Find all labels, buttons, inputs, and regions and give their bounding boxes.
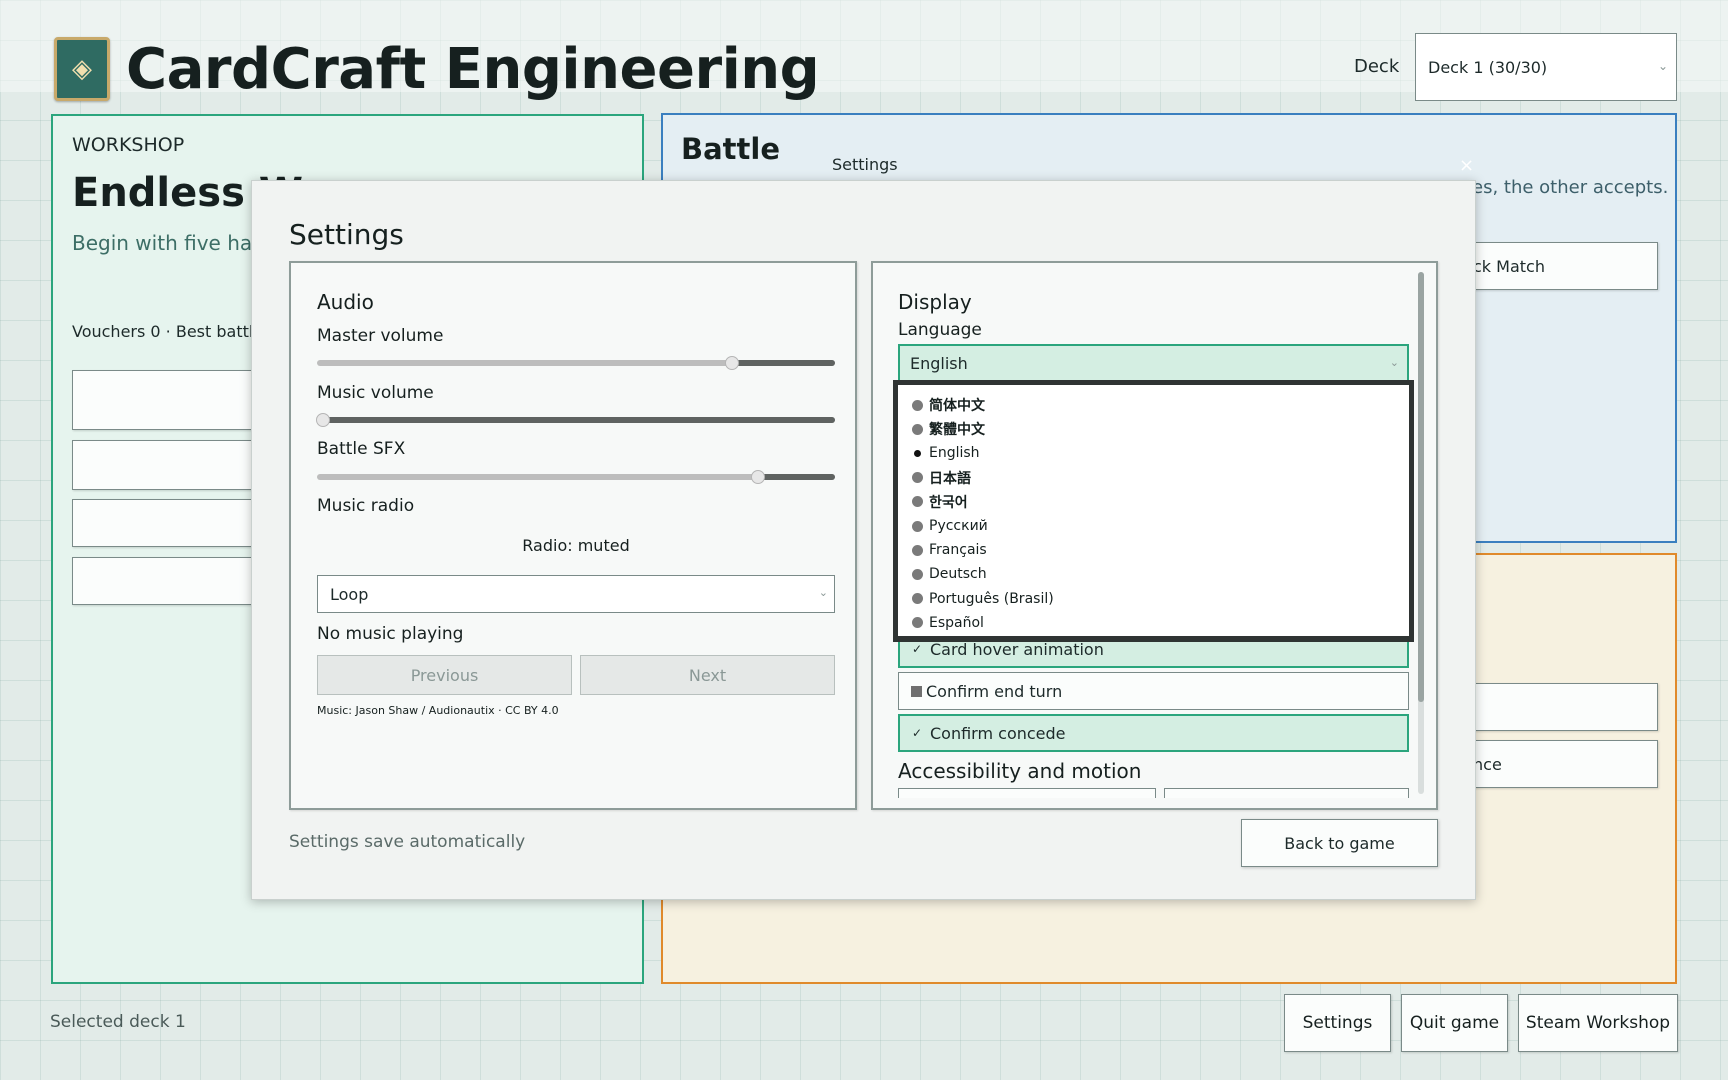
language-option-label: 繁體中文 bbox=[929, 422, 985, 439]
language-option[interactable]: English bbox=[898, 441, 1409, 465]
audio-heading: Audio bbox=[317, 290, 374, 314]
language-label: Language bbox=[898, 320, 982, 340]
selected-deck-status: Selected deck 1 bbox=[50, 1012, 186, 1032]
radio-dot-icon bbox=[912, 472, 923, 484]
radio-dot-icon bbox=[912, 593, 923, 605]
language-select-value: English bbox=[910, 353, 968, 373]
workshop-eyebrow: WORKSHOP bbox=[72, 134, 185, 156]
slider-fill bbox=[757, 474, 835, 480]
language-option-label: 日本語 bbox=[929, 470, 971, 487]
language-option[interactable]: 简体中文 bbox=[898, 393, 1409, 417]
language-option-label: Deutsch bbox=[929, 566, 987, 583]
previous-track-button[interactable]: Previous bbox=[317, 655, 572, 695]
language-option[interactable]: Français bbox=[898, 538, 1409, 562]
steam-workshop-button[interactable]: Steam Workshop bbox=[1518, 994, 1678, 1052]
battle-title: Battle bbox=[681, 132, 781, 166]
language-option-label: 简体中文 bbox=[929, 398, 985, 415]
battle-description: es, the other accepts. bbox=[1472, 177, 1669, 198]
language-option[interactable]: Português (Brasil) bbox=[898, 587, 1409, 611]
quick-match-label: ck Match bbox=[1473, 256, 1545, 276]
now-playing-label: No music playing bbox=[317, 624, 464, 644]
language-dropdown-list: 简体中文繁體中文 English 日本語 한국어 Русский Français Deut… bbox=[893, 380, 1414, 642]
radio-dot-icon bbox=[912, 544, 923, 556]
language-option-label: English bbox=[929, 445, 980, 462]
language-option[interactable]: Русский bbox=[898, 514, 1409, 538]
scrollbar-thumb[interactable] bbox=[1418, 272, 1424, 702]
language-option[interactable]: 繁體中文 bbox=[898, 417, 1409, 441]
slider-fill bbox=[322, 417, 835, 423]
chevron-down-icon: ⌄ bbox=[818, 586, 828, 599]
display-heading: Display bbox=[898, 290, 972, 314]
radio-dot-icon bbox=[912, 423, 923, 435]
app-logo-icon: ◈ bbox=[54, 37, 110, 101]
workshop-button-4[interactable] bbox=[72, 557, 274, 605]
language-option-label: Français bbox=[929, 542, 987, 559]
music-volume-slider[interactable] bbox=[316, 413, 835, 427]
radio-dot-icon bbox=[912, 568, 923, 580]
toggle-label: Card hover animation bbox=[930, 639, 1104, 659]
quit-game-button[interactable]: Quit game bbox=[1401, 994, 1508, 1052]
close-icon[interactable]: × bbox=[1459, 155, 1474, 176]
bottom-panel-button-2[interactable]: nce bbox=[1470, 740, 1658, 788]
language-select[interactable]: English ⌄ bbox=[898, 344, 1409, 382]
language-option[interactable]: 한국어 bbox=[898, 490, 1409, 514]
unchecked-box-icon bbox=[911, 685, 922, 697]
master-volume-label: Master volume bbox=[317, 326, 444, 346]
settings-button[interactable]: Settings bbox=[1284, 994, 1391, 1052]
master-volume-slider[interactable] bbox=[317, 356, 835, 370]
accessibility-heading: Accessibility and motion bbox=[898, 759, 1142, 783]
radio-dot-icon bbox=[912, 399, 923, 411]
app-title: CardCraft Engineering bbox=[126, 36, 820, 102]
language-options: 简体中文繁體中文 English 日本語 한국어 Русский Français Deut… bbox=[898, 385, 1409, 636]
loop-mode-value: Loop bbox=[330, 584, 369, 604]
quick-match-button[interactable]: ck Match bbox=[1470, 242, 1658, 290]
language-option[interactable]: Deutsch bbox=[898, 562, 1409, 586]
window-title: Settings bbox=[832, 155, 898, 174]
language-option-label: Русский bbox=[929, 518, 988, 535]
language-option-label: 한국어 bbox=[929, 494, 968, 511]
radio-status: Radio: muted bbox=[522, 536, 630, 555]
toggle-confirm-end-turn[interactable]: Confirm end turn bbox=[898, 672, 1409, 710]
radio-dot-icon bbox=[912, 496, 923, 508]
accessibility-option-1[interactable] bbox=[898, 788, 1156, 798]
deck-select[interactable]: Deck 1 (30/30) ⌄ bbox=[1415, 33, 1677, 101]
toggle-label: Confirm end turn bbox=[926, 681, 1063, 701]
language-option-label: Português (Brasil) bbox=[929, 590, 1054, 607]
loop-mode-select[interactable]: Loop ⌄ bbox=[317, 575, 835, 613]
settings-save-note: Settings save automatically bbox=[289, 832, 526, 852]
next-track-button[interactable]: Next bbox=[580, 655, 835, 695]
check-icon: ✓ bbox=[912, 642, 923, 656]
workshop-stats: Vouchers 0 · Best battle bbox=[72, 322, 264, 341]
toggle-label: Confirm concede bbox=[930, 723, 1066, 743]
workshop-button-1[interactable] bbox=[72, 370, 274, 430]
settings-title: Settings bbox=[289, 218, 404, 251]
workshop-button-3[interactable] bbox=[72, 499, 274, 547]
language-option-label: Español bbox=[929, 614, 984, 631]
battle-sfx-slider[interactable] bbox=[317, 470, 835, 484]
toggle-confirm-concede[interactable]: ✓ Confirm concede bbox=[898, 714, 1409, 752]
accessibility-option-2[interactable] bbox=[1164, 788, 1409, 798]
radio-dot-icon bbox=[914, 449, 921, 457]
music-credit: Music: Jason Shaw / Audionautix · CC BY … bbox=[317, 704, 559, 717]
chevron-down-icon: ⌄ bbox=[1389, 356, 1399, 369]
deck-label: Deck bbox=[1354, 56, 1400, 77]
chevron-down-icon: ⌄ bbox=[1657, 59, 1668, 73]
battle-sfx-label: Battle SFX bbox=[317, 439, 406, 459]
radio-dot-icon bbox=[912, 617, 923, 629]
app-header: ◈ CardCraft Engineering bbox=[54, 34, 820, 104]
language-option[interactable]: Español bbox=[898, 611, 1409, 635]
music-volume-label: Music volume bbox=[317, 383, 434, 403]
check-icon: ✓ bbox=[912, 726, 923, 740]
music-radio-label: Music radio bbox=[317, 496, 415, 516]
language-option[interactable]: 日本語 bbox=[898, 466, 1409, 490]
display-scrollbar[interactable] bbox=[1418, 272, 1424, 794]
workshop-button-2[interactable] bbox=[72, 440, 274, 490]
radio-dot-icon bbox=[912, 520, 923, 532]
slider-fill bbox=[731, 360, 835, 366]
back-to-game-button[interactable]: Back to game bbox=[1241, 819, 1438, 867]
bottom-panel-button-1[interactable] bbox=[1470, 683, 1658, 731]
deck-select-value: Deck 1 (30/30) bbox=[1428, 57, 1548, 77]
